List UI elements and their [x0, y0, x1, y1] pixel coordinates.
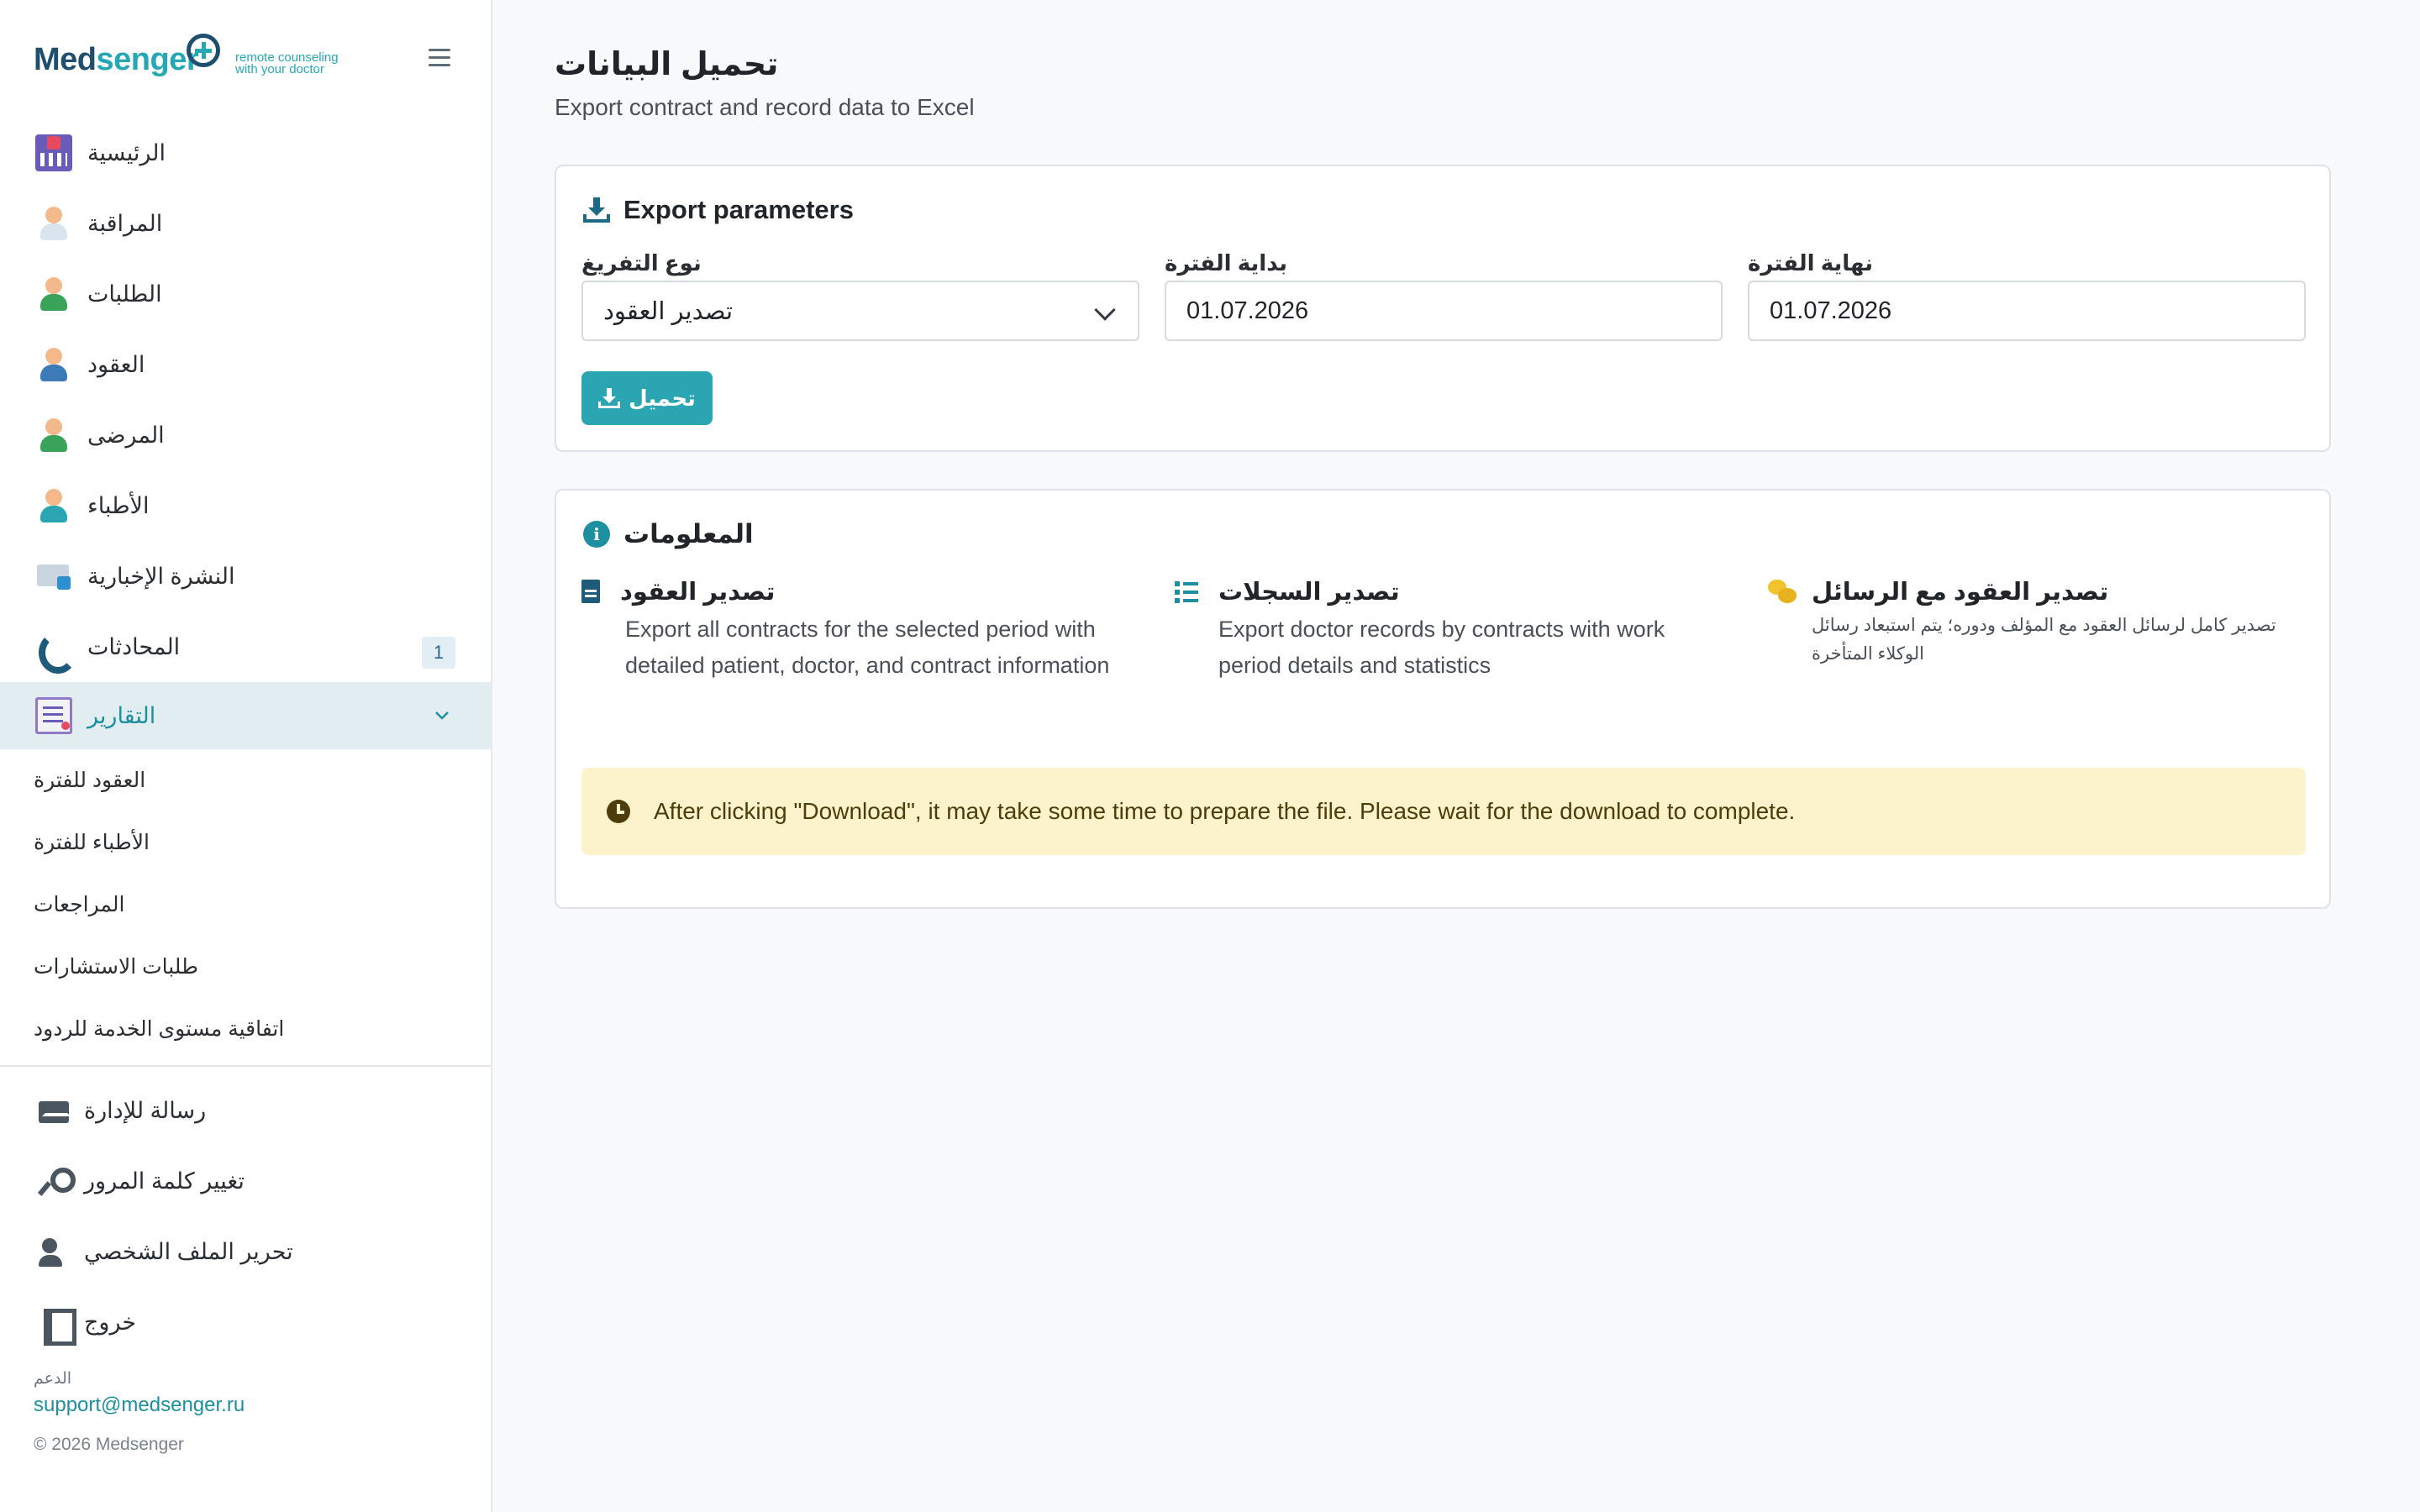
logo-wordmark: Medsenger	[34, 42, 199, 77]
list-icon	[1175, 578, 1198, 605]
submenu-doctors-period[interactable]: الأطباء للفترة	[0, 811, 492, 874]
sidebar-item-newsletter[interactable]: النشرة الإخبارية	[0, 541, 492, 612]
sidebar-item-label: المراقبة	[87, 210, 163, 236]
hospital-icon	[35, 134, 72, 171]
sidebar-item-edit-profile[interactable]: تحرير الملف الشخصي	[0, 1216, 492, 1287]
patient-icon	[35, 417, 72, 454]
sidebar-item-label: التقارير	[87, 702, 156, 728]
download-icon	[598, 388, 621, 408]
export-type-field: نوع التفريغ تصدير العقود	[581, 250, 1139, 341]
sidebar-item-label: الطلبات	[87, 281, 162, 307]
download-icon	[583, 197, 610, 223]
sidebar-item-logout[interactable]: خروج	[0, 1287, 492, 1357]
user-edit-icon	[39, 1236, 69, 1267]
chat-icon	[1768, 578, 1797, 605]
export-params-card: Export parameters نوع التفريغ تصدير العق…	[555, 165, 2331, 452]
support-block: الدعم support@medsenger.ru	[34, 1369, 245, 1417]
sidebar-item-label: رسالة للإدارة	[84, 1097, 207, 1123]
submenu-reviews[interactable]: المراجعات	[0, 874, 492, 936]
sidebar-item-label: النشرة الإخبارية	[87, 563, 235, 589]
sidebar-item-home[interactable]: الرئيسية	[0, 118, 492, 188]
info-export-contracts: تصدير العقود Export all contracts for th…	[581, 575, 1119, 684]
support-caption: الدعم	[34, 1370, 72, 1388]
unread-count-badge: 1	[422, 637, 455, 669]
sidebar-item-reports[interactable]: التقارير	[0, 682, 492, 749]
submenu-consultation-requests[interactable]: طلبات الاستشارات	[0, 936, 492, 998]
hamburger-menu-icon[interactable]	[429, 49, 450, 67]
info-export-contracts-messages: تصدير العقود مع الرسائل تصدير كامل لرسائ…	[1768, 575, 2306, 669]
logo-tagline: remote counseling with your doctor	[235, 50, 339, 76]
period-end-field: نهاية الفترة 01.07.2026	[1748, 250, 2306, 341]
sidebar-item-label: الرئيسية	[87, 139, 166, 165]
copyright: © 2026 Medsenger	[34, 1435, 184, 1454]
clock-icon	[607, 800, 630, 823]
sidebar-item-label: الأطباء	[87, 492, 150, 518]
newsletter-mail-icon	[35, 558, 72, 595]
sidebar-item-label: العقود	[87, 351, 145, 377]
doctor-icon	[35, 205, 72, 242]
file-icon	[581, 580, 600, 603]
export-type-select[interactable]: تصدير العقود	[581, 281, 1139, 341]
sidebar-item-change-password[interactable]: تغيير كلمة المرور	[0, 1146, 492, 1216]
info-export-records: تصدير السجلات Export doctor records by c…	[1175, 575, 1712, 684]
report-icon	[35, 697, 72, 734]
submenu-sla-responses[interactable]: اتفاقية مستوى الخدمة للردود	[0, 998, 492, 1060]
envelope-icon	[39, 1101, 71, 1123]
period-end-label: نهاية الفترة	[1748, 250, 1873, 276]
chevron-down-icon	[1094, 299, 1116, 321]
period-start-input[interactable]: 01.07.2026	[1165, 281, 1723, 341]
contract-user-icon	[35, 346, 72, 383]
sidebar-item-label: المحادثات	[87, 633, 181, 659]
download-button[interactable]: تحميل	[581, 371, 713, 425]
sidebar-bottom-nav: رسالة للإدارة تغيير كلمة المرور تحرير ال…	[0, 1075, 492, 1357]
page-subtitle: Export contract and record data to Excel	[555, 94, 975, 120]
sidebar-divider	[0, 1065, 492, 1067]
logo-plus-icon	[187, 34, 220, 67]
key-icon	[39, 1166, 76, 1196]
period-start-field: بداية الفترة 01.07.2026	[1165, 250, 1723, 341]
export-params-heading: Export parameters	[583, 195, 854, 225]
sidebar-item-doctors[interactable]: الأطباء	[0, 470, 492, 541]
sidebar-item-label: تغيير كلمة المرور	[84, 1168, 245, 1194]
sidebar-nav: الرئيسية المراقبة الطلبات العقود المرضى …	[0, 118, 492, 1067]
sidebar-item-label: تحرير الملف الشخصي	[84, 1238, 293, 1264]
sidebar-item-message-admin[interactable]: رسالة للإدارة	[0, 1075, 492, 1146]
support-email-link[interactable]: support@medsenger.ru	[34, 1394, 245, 1417]
sidebar: Medsenger remote counseling with your do…	[0, 0, 492, 1512]
sidebar-item-label: المرضى	[87, 422, 165, 448]
sidebar-item-patients[interactable]: المرضى	[0, 400, 492, 470]
sidebar-item-label: خروج	[84, 1309, 137, 1335]
sidebar-item-requests[interactable]: الطلبات	[0, 259, 492, 329]
period-end-input[interactable]: 01.07.2026	[1748, 281, 2306, 341]
logo[interactable]: Medsenger remote counseling with your do…	[34, 34, 462, 84]
door-exit-icon	[39, 1307, 76, 1346]
info-icon: i	[583, 521, 610, 548]
export-type-label: نوع التفريغ	[581, 250, 702, 276]
sidebar-item-monitoring[interactable]: المراقبة	[0, 188, 492, 259]
user-search-icon	[35, 276, 72, 312]
download-wait-alert: After clicking "Download", it may take s…	[581, 768, 2306, 855]
submenu-contracts-period[interactable]: العقود للفترة	[0, 749, 492, 811]
phone-icon	[35, 628, 72, 665]
sidebar-item-contracts[interactable]: العقود	[0, 329, 492, 400]
page-title: تحميل البيانات	[555, 47, 779, 82]
period-start-label: بداية الفترة	[1165, 250, 1287, 276]
sidebar-item-chats[interactable]: المحادثات 1	[0, 612, 492, 682]
nurse-icon	[35, 487, 72, 524]
chevron-down-icon[interactable]	[434, 707, 450, 724]
info-heading: i المعلومات	[583, 519, 754, 549]
info-card: i المعلومات تصدير العقود Export all cont…	[555, 489, 2331, 909]
